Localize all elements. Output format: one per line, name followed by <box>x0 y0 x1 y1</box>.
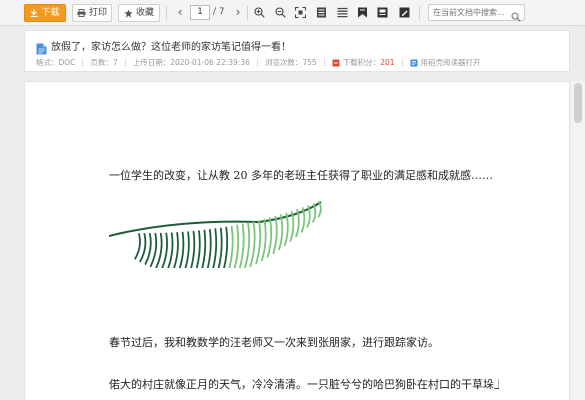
search-icon[interactable] <box>511 7 521 26</box>
reader-icon <box>410 59 418 67</box>
toolbar-divider <box>166 6 167 20</box>
download-icon <box>30 9 38 17</box>
format-value: DOC <box>58 58 76 67</box>
views-label: 浏览次数： <box>264 58 303 67</box>
fit-page-icon[interactable] <box>293 5 307 20</box>
upload-label: 上传日期： <box>132 58 171 67</box>
leaflet <box>217 227 223 268</box>
leaflet <box>261 218 267 262</box>
document-info-panel: 放假了，家访怎么做？这位老师的家访笔记值得一看！ 格式： DOC 页数： 7 上… <box>24 30 570 72</box>
points-label: 下载积分： <box>342 58 381 67</box>
next-page-icon[interactable]: › <box>231 4 245 22</box>
document-title: 放假了，家访怎么做？这位老师的家访笔记值得一看！ <box>51 42 291 53</box>
scrollbar-thumb[interactable] <box>574 83 582 123</box>
toolbar-divider <box>419 6 420 20</box>
previous-page-icon[interactable]: ‹ <box>173 4 187 22</box>
toolbar-divider <box>247 6 248 20</box>
star-icon <box>124 8 133 18</box>
page-number-input[interactable]: 1 <box>190 5 210 20</box>
document-view-icon[interactable] <box>375 5 389 20</box>
favorite-button[interactable]: 收藏 <box>118 4 160 22</box>
leaflet <box>278 214 284 251</box>
meta-divider <box>323 58 325 67</box>
document-meta: 格式： DOC 页数： 7 上传日期： 2020-01-06 22:39:36 … <box>36 57 481 68</box>
meta-divider <box>82 58 84 67</box>
paragraph: 偌大的村庄就像正月的天气，冷冷清清。一只脏兮兮的哈巴狗卧在村口的干草垛上 <box>109 378 499 391</box>
leaflet <box>228 225 234 268</box>
views-value: 755 <box>302 58 317 67</box>
meta-divider <box>256 58 258 67</box>
points-value: 201 <box>380 58 395 67</box>
paragraph: 春节过后，我和教数学的汪老师又一次来到张朋家，进行跟踪家访。 <box>109 336 439 349</box>
leaflet <box>238 223 245 268</box>
bookmark-icon[interactable] <box>355 5 369 20</box>
leaflet <box>233 224 240 268</box>
pages-label: 页数： <box>90 58 113 67</box>
open-reader-link[interactable]: 用稻壳阅读器打开 <box>421 57 481 68</box>
pages-value: 7 <box>112 58 118 67</box>
leaf-illustration <box>109 201 322 268</box>
zoom-out-icon[interactable] <box>273 5 287 20</box>
download-label: 下载 <box>41 8 60 18</box>
leaflet <box>272 215 278 255</box>
leaflet <box>255 219 262 265</box>
scrollbar[interactable] <box>571 81 585 400</box>
paragraph: 一位学生的改变，让从教 20 多年的老班主任获得了职业的满足感和成就感…… <box>109 169 493 182</box>
zoom-in-icon[interactable] <box>252 5 266 20</box>
single-page-icon[interactable] <box>314 5 328 20</box>
search-box[interactable] <box>428 4 525 22</box>
leaflet <box>149 232 158 268</box>
leaflet <box>283 212 289 247</box>
leaflet <box>266 217 273 258</box>
document-page: 一位学生的改变，让从教 20 多年的老班主任获得了职业的满足感和成就感…… 春节… <box>24 81 570 400</box>
continuous-page-icon[interactable] <box>335 5 349 20</box>
print-label: 打印 <box>88 8 107 18</box>
toolbar: 下载 打印 收藏 ‹ 1 / 7 › <box>0 0 585 26</box>
search-input[interactable] <box>433 6 511 19</box>
print-button[interactable]: 打印 <box>72 4 112 22</box>
download-button[interactable]: 下载 <box>24 4 66 22</box>
points-icon <box>332 59 340 67</box>
printer-icon <box>77 9 86 17</box>
leaflet <box>249 221 256 268</box>
format-label: 格式： <box>36 58 59 67</box>
leaflet <box>223 226 229 268</box>
leaflet <box>144 233 152 265</box>
favorite-label: 收藏 <box>135 8 154 18</box>
meta-divider <box>124 58 126 67</box>
leaflet <box>134 233 141 260</box>
leaflet <box>243 222 251 268</box>
meta-divider <box>401 58 403 67</box>
page-total: / 7 <box>213 7 225 17</box>
leaflet <box>139 233 147 263</box>
edit-icon[interactable] <box>397 5 411 20</box>
upload-value: 2020-01-06 22:39:36 <box>170 58 250 67</box>
